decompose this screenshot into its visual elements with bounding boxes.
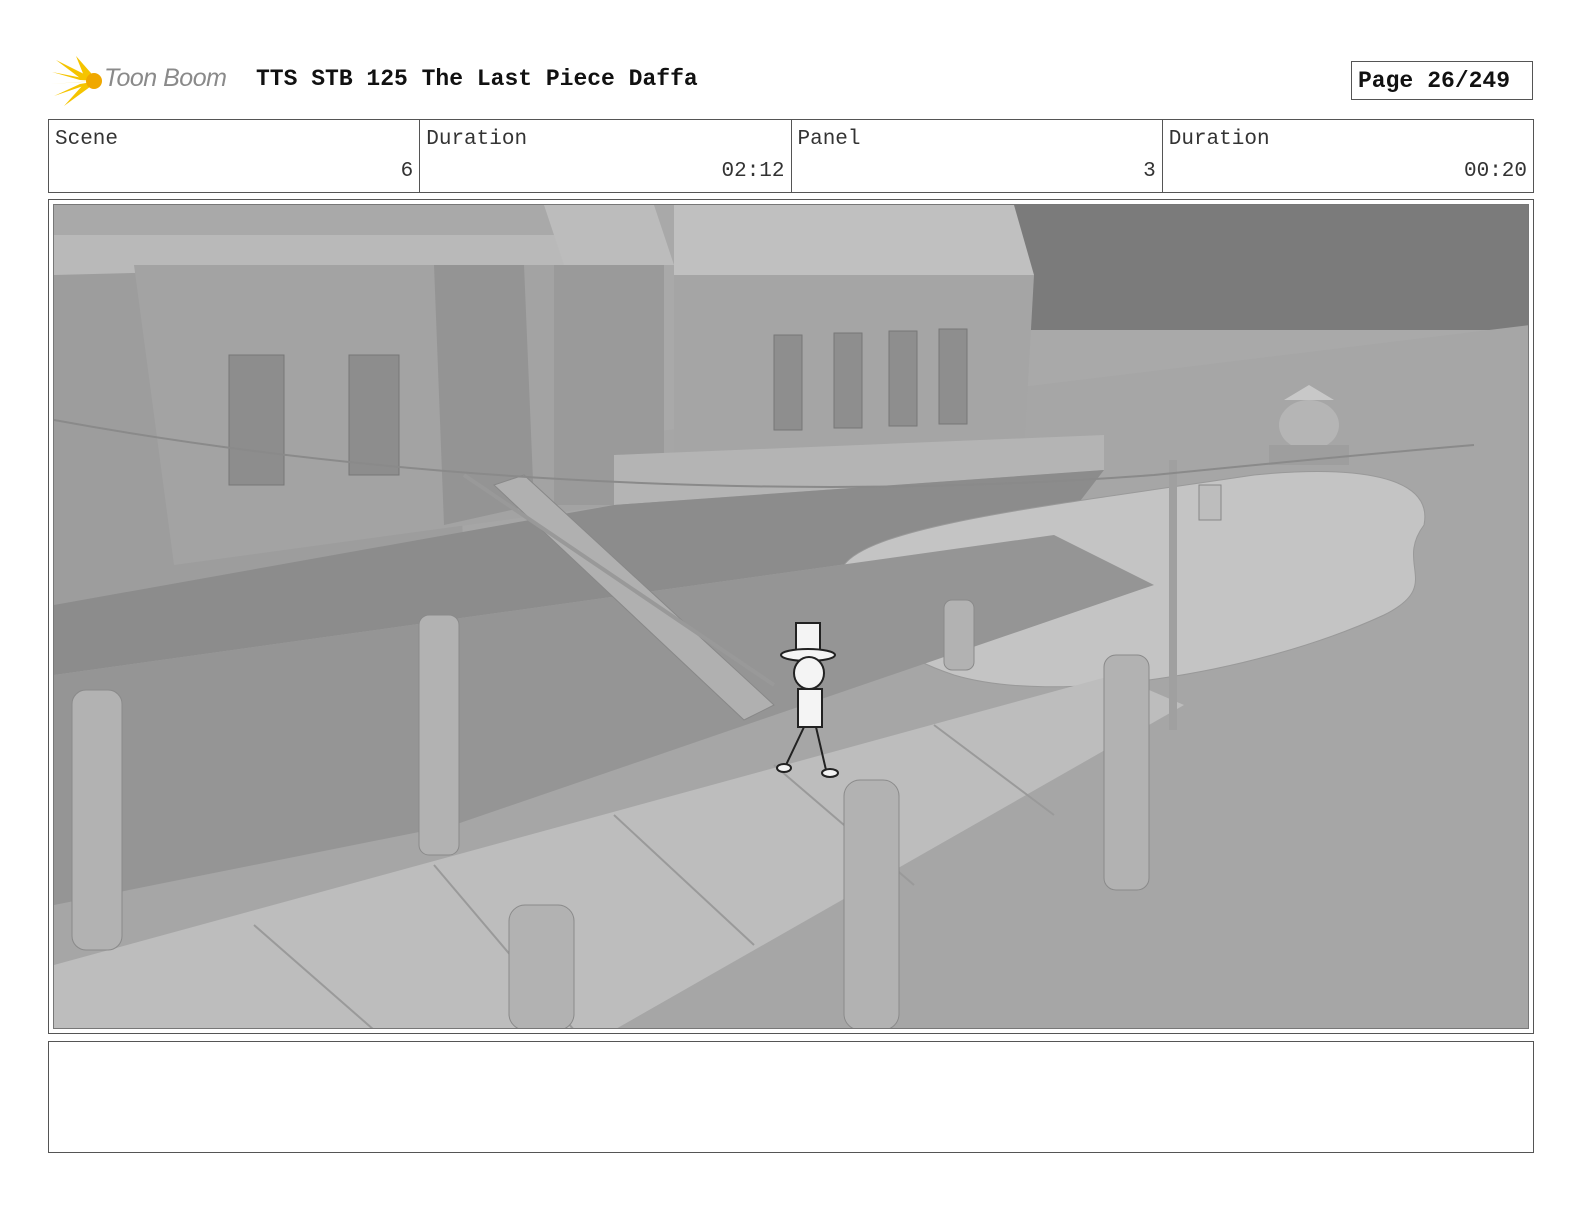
page-label: Page [1358,67,1414,94]
page-indicator: Page 26/249 [1351,61,1533,100]
panel-duration-value: 00:20 [1463,160,1527,183]
scene-duration-cell: Duration 02:12 [420,120,792,192]
scene-value: 6 [400,160,414,183]
panel-duration-cell: Duration 00:20 [1163,120,1533,192]
page-number: 26/249 [1427,67,1511,94]
dock-scene-illustration [54,205,1528,1028]
info-row: Scene 6 Duration 02:12 Panel 3 Duration … [48,119,1534,193]
document-title: TTS STB 125 The Last Piece Daffa [256,66,698,92]
scene-duration-value: 02:12 [721,160,785,183]
panel-label: Panel [797,128,861,151]
panel-duration-label: Duration [1168,128,1270,151]
scene-cell: Scene 6 [49,120,421,192]
logo-text: Toon Boom [104,64,227,92]
toon-boom-logo: Toon Boom [50,54,240,108]
scene-label: Scene [55,128,119,151]
starburst-logo-icon [50,56,102,106]
panel-frame [48,199,1534,1034]
panel-cell: Panel 3 [792,120,1163,192]
scene-duration-label: Duration [426,128,528,151]
panel-notes-box [48,1041,1534,1153]
panel-image [53,204,1529,1029]
panel-value: 3 [1143,160,1156,183]
